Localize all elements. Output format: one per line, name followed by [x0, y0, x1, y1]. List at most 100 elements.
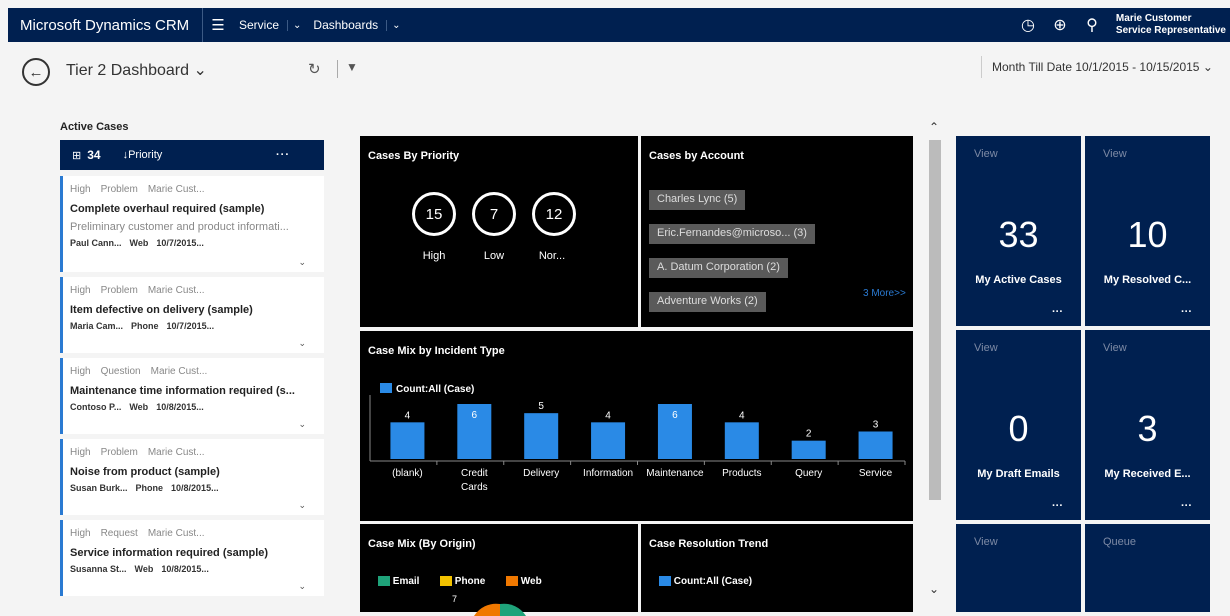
filter-icon[interactable]: ▼ — [346, 60, 358, 74]
more-options-icon[interactable]: ··· — [1181, 500, 1192, 512]
case-card[interactable]: High Problem Marie Cust... Noise from prod… — [60, 439, 324, 515]
category-label: Service — [859, 468, 893, 479]
data-label: 4 — [405, 410, 411, 421]
expand-icon[interactable]: ⌄ — [298, 500, 306, 511]
data-label: 5 — [538, 401, 544, 412]
legend-swatch — [380, 383, 392, 393]
tile-my-draft-emails[interactable]: View 0 My Draft Emails ··· — [956, 330, 1081, 520]
account-tag[interactable]: Eric.Fernandes@microso... (3) — [649, 224, 815, 244]
nav-service[interactable]: Service ⌄ — [233, 8, 307, 42]
case-title[interactable]: Item defective on delivery (sample) — [70, 304, 253, 316]
scroll-down-icon[interactable]: ⌄ — [929, 582, 939, 596]
data-label: 4 — [739, 410, 745, 421]
tile-name: My Draft Emails — [977, 468, 1060, 480]
bar[interactable] — [390, 422, 425, 459]
pie-chart[interactable] — [470, 600, 530, 616]
case-title[interactable]: Service information required (sample) — [70, 547, 268, 559]
tile-count: 33 — [998, 214, 1039, 255]
priority-count: 7 — [489, 205, 499, 223]
expand-icon[interactable]: ⌄ — [298, 338, 306, 349]
tile-view-link[interactable]: View — [1103, 342, 1127, 354]
bar[interactable] — [858, 431, 893, 460]
tile-view-link[interactable]: View — [974, 536, 998, 548]
expand-icon[interactable]: ⌄ — [298, 419, 306, 430]
case-meta: High Problem Marie Cust... — [70, 447, 205, 458]
case-info: Susanna St... Web 10/8/2015... — [70, 564, 209, 574]
more-options-icon[interactable]: ··· — [276, 149, 290, 161]
more-options-icon[interactable]: ··· — [1052, 306, 1063, 318]
expand-icon[interactable]: ⌄ — [298, 581, 306, 592]
user-info[interactable]: Marie Customer Service Representative — [1108, 13, 1230, 37]
category-label: Products — [722, 468, 761, 479]
case-meta: High Request Marie Cust... — [70, 528, 205, 539]
case-title[interactable]: Complete overhaul required (sample) — [70, 203, 264, 215]
bar[interactable] — [724, 422, 759, 459]
tile-partial[interactable]: Queue — [1085, 524, 1210, 612]
menu-icon[interactable]: ☰ — [203, 16, 233, 34]
legend-item: Count:All (Case) — [659, 576, 752, 587]
bar[interactable] — [791, 440, 826, 459]
queue-icon: ⊞ — [72, 149, 82, 162]
vertical-scrollbar[interactable] — [929, 140, 941, 500]
pie-slice-web[interactable] — [474, 603, 500, 616]
case-info: Maria Cam... Phone 10/7/2015... — [70, 321, 215, 331]
priority-ring-low[interactable]: 7 — [472, 192, 516, 236]
legend-swatch — [506, 576, 518, 587]
account-tag[interactable]: A. Datum Corporation (2) — [649, 258, 788, 278]
expand-icon[interactable]: ⌄ — [298, 257, 306, 268]
scroll-up-icon[interactable]: ⌃ — [929, 120, 939, 134]
more-accounts-link[interactable]: 3 More>> — [863, 288, 906, 299]
case-mix-origin-panel: Case Mix (By Origin) Email Phone Web 7 — [360, 524, 638, 616]
create-new-icon[interactable]: ⊕ — [1044, 15, 1076, 35]
bar[interactable] — [591, 422, 626, 459]
account-tag[interactable]: Charles Lync (5) — [649, 190, 746, 210]
case-info: Contoso P... Web 10/8/2015... — [70, 402, 204, 412]
data-label: 6 — [472, 410, 478, 421]
case-card[interactable]: High Problem Marie Cust... Item defective … — [60, 277, 324, 353]
search-icon[interactable]: ⚲ — [1076, 15, 1108, 35]
recent-history-icon[interactable]: ◷ — [1012, 15, 1044, 35]
tile-name: My Resolved C... — [1103, 274, 1192, 286]
user-role: Service Representative — [1115, 25, 1226, 36]
user-name: Marie Customer — [1115, 13, 1192, 24]
tile-my-resolved-cases[interactable]: View 10 My Resolved C... ··· — [1085, 136, 1210, 326]
more-options-icon[interactable]: ··· — [1052, 500, 1063, 512]
tile-view-link[interactable]: View — [974, 342, 998, 354]
tile-partial[interactable]: View — [956, 524, 1081, 612]
dashboard-selector[interactable]: Tier 2 Dashboard ⌄ — [66, 60, 207, 80]
nav-service-label: Service — [239, 18, 280, 32]
tile-queue-link[interactable]: Queue — [1103, 536, 1136, 548]
case-card[interactable]: High Question Marie Cust... Maintenance ti… — [60, 358, 324, 434]
tile-view-link[interactable]: View — [1103, 148, 1127, 160]
priority-count: 15 — [425, 205, 443, 223]
bar[interactable] — [524, 413, 559, 459]
case-title[interactable]: Maintenance time information required (s… — [70, 385, 295, 397]
sort-priority-button[interactable]: ↓Priority — [123, 149, 163, 161]
panel-title: Cases by Account — [649, 150, 744, 162]
legend-swatch — [440, 576, 452, 587]
account-tag[interactable]: Adventure Works (2) — [649, 292, 766, 312]
data-label: 3 — [873, 420, 879, 431]
case-card[interactable]: High Request Marie Cust... Service informa… — [60, 520, 324, 596]
case-mix-incident-panel: Case Mix by Incident Type Count:All (Cas… — [360, 331, 913, 521]
back-icon[interactable]: ← — [22, 58, 50, 86]
date-range-selector[interactable]: Month Till Date 10/1/2015 - 10/15/2015 ⌄ — [992, 60, 1213, 74]
legend-swatch — [378, 576, 390, 587]
app-brand[interactable]: Microsoft Dynamics CRM — [8, 8, 203, 42]
tile-my-received-emails[interactable]: View 3 My Received E... ··· — [1085, 330, 1210, 520]
case-title[interactable]: Noise from product (sample) — [70, 466, 220, 478]
priority-ring-normal[interactable]: 12 — [532, 192, 576, 236]
chevron-down-icon[interactable]: ⌄ — [287, 19, 301, 31]
nav-dashboards[interactable]: Dashboards ⌄ — [307, 8, 406, 42]
tile-my-active-cases[interactable]: View 33 My Active Cases ··· — [956, 136, 1081, 326]
tile-view-link[interactable]: View — [974, 148, 998, 160]
priority-label: Low — [483, 250, 505, 262]
priority-ring-high[interactable]: 15 — [412, 192, 456, 236]
more-options-icon[interactable]: ··· — [1181, 306, 1192, 318]
case-card[interactable]: High Problem Marie Cust... Complete overha… — [60, 176, 324, 272]
refresh-icon[interactable]: ↻ — [308, 60, 321, 78]
chevron-down-icon[interactable]: ⌄ — [386, 19, 401, 31]
pie-slice-email[interactable] — [500, 603, 526, 616]
cases-by-priority-panel: Cases By Priority 15 7 12 High Low Nor..… — [360, 136, 638, 327]
legend-label: Email — [392, 576, 420, 587]
